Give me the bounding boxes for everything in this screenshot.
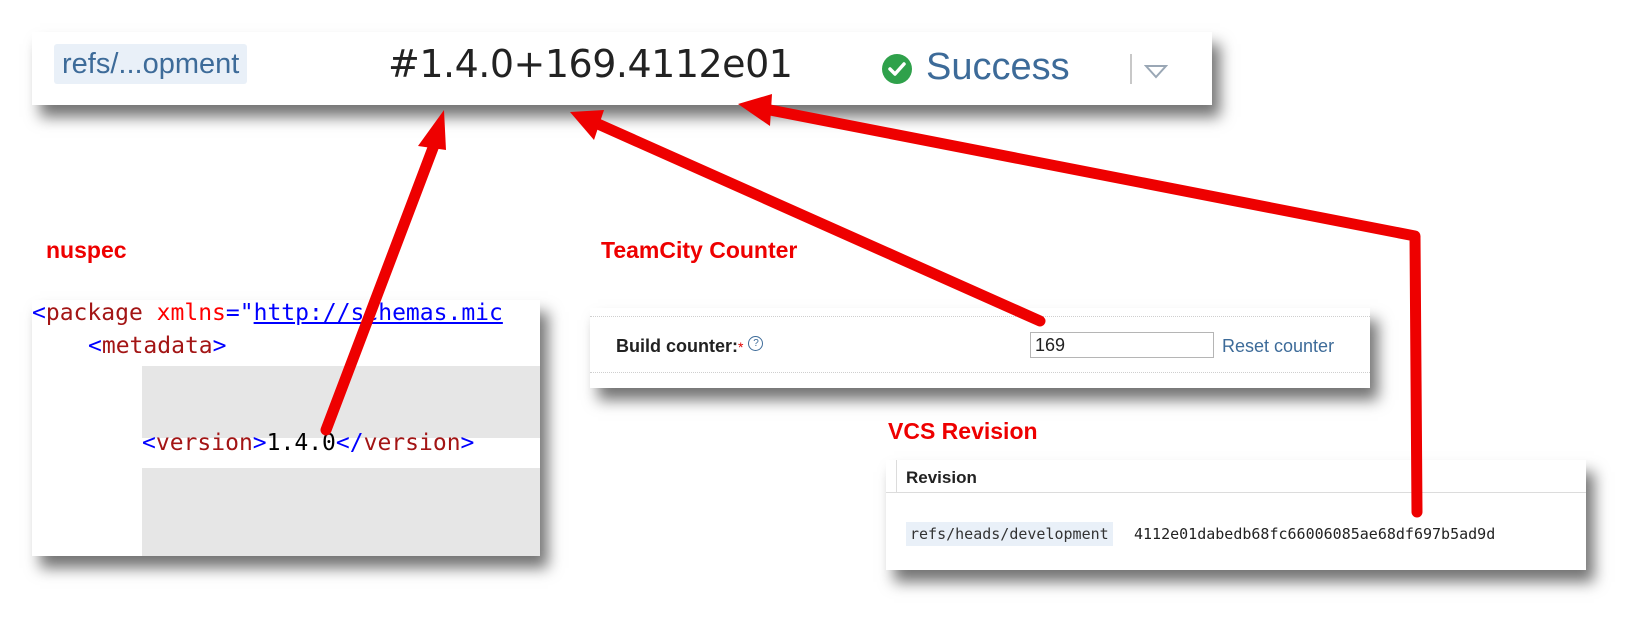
divider bbox=[590, 316, 1370, 317]
build-counter-label: Build counter:* ? bbox=[616, 336, 764, 357]
code-placeholder-block bbox=[142, 468, 540, 556]
reset-counter-link[interactable]: Reset counter bbox=[1222, 336, 1334, 357]
revision-column-header: Revision bbox=[906, 468, 977, 487]
check-circle-icon bbox=[882, 54, 912, 84]
build-counter-panel: Build counter:* ? Reset counter bbox=[590, 308, 1370, 388]
revision-hash: 4112e01dabedb68fc66006085ae68df697b5ad9d bbox=[1134, 525, 1496, 543]
vcs-label: VCS Revision bbox=[888, 418, 1038, 444]
revision-header-row: Revision bbox=[886, 460, 1586, 493]
code-line-package: <package xmlns="http://schemas.mic bbox=[32, 300, 503, 326]
build-number[interactable]: #1.4.0+169.4112e01 bbox=[388, 42, 793, 86]
question-icon[interactable]: ? bbox=[748, 336, 764, 351]
schema-link[interactable]: http://schemas.mic bbox=[254, 300, 503, 326]
code-line-metadata: <metadata> bbox=[88, 333, 227, 359]
chevron-down-icon[interactable] bbox=[1143, 64, 1169, 85]
code-line-version: <version>1.4.0</version> bbox=[142, 430, 475, 456]
code-placeholder-block bbox=[142, 366, 540, 438]
build-counter-input[interactable] bbox=[1030, 332, 1214, 358]
divider bbox=[590, 372, 1370, 373]
required-mark: * bbox=[738, 339, 744, 355]
arrowhead-version bbox=[418, 110, 446, 150]
arrowhead-counter bbox=[570, 110, 604, 140]
status-separator bbox=[1130, 54, 1132, 84]
counter-label-heading: TeamCity Counter bbox=[601, 237, 798, 263]
build-bar: refs/...opment #1.4.0+169.4112e01 Succes… bbox=[32, 32, 1212, 105]
arrow-counter bbox=[592, 118, 1046, 327]
branch-chip[interactable]: refs/...opment bbox=[54, 44, 248, 84]
nuspec-code-panel: <package xmlns="http://schemas.mic <meta… bbox=[32, 300, 540, 556]
revision-branch-chip[interactable]: refs/heads/development bbox=[906, 522, 1113, 546]
vcs-revision-panel: Revision refs/heads/development 4112e01d… bbox=[886, 460, 1586, 570]
nuspec-label: nuspec bbox=[46, 237, 127, 263]
status-text: Success bbox=[926, 46, 1070, 88]
